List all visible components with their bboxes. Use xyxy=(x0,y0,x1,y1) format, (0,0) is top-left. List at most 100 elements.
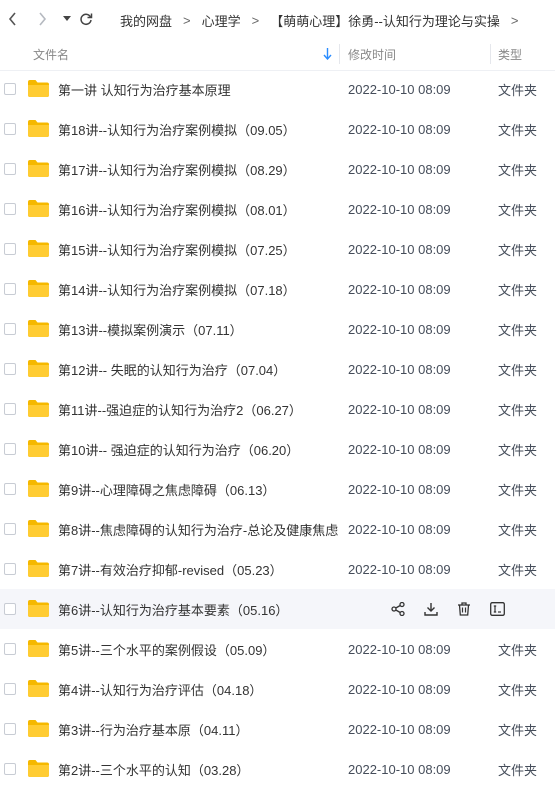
modified-time: 2022-10-10 08:09 xyxy=(348,681,451,697)
folder-icon xyxy=(28,280,49,297)
file-row[interactable]: 第6讲--认知行为治疗基本要素（05.16） xyxy=(0,589,555,629)
file-name[interactable]: 第11讲--强迫症的认知行为治疗2（06.27） xyxy=(58,400,302,419)
modified-time: 2022-10-10 08:09 xyxy=(348,641,451,657)
file-name[interactable]: 第6讲--认知行为治疗基本要素（05.16） xyxy=(58,600,288,619)
file-name[interactable]: 第18讲--认知行为治疗案例模拟（09.05） xyxy=(58,120,296,139)
file-row[interactable]: 第13讲--模拟案例演示（07.11） 2022-10-10 08:09 文件夹 xyxy=(0,309,555,349)
file-name[interactable]: 第17讲--认知行为治疗案例模拟（08.29） xyxy=(58,160,296,179)
file-row[interactable]: 第10讲-- 强迫症的认知行为治疗（06.20） 2022-10-10 08:09… xyxy=(0,429,555,469)
file-name[interactable]: 第8讲--焦虑障碍的认知行为治疗-总论及健康焦虑... xyxy=(58,520,338,539)
breadcrumb: 我的网盘 > 心理学 > 【萌萌心理】徐勇--认知行为理论与实操 > xyxy=(118,11,527,30)
file-name[interactable]: 第13讲--模拟案例演示（07.11） xyxy=(58,320,243,339)
file-type: 文件夹 xyxy=(498,362,538,378)
back-button[interactable] xyxy=(4,9,22,29)
sort-arrow-icon[interactable] xyxy=(323,48,332,60)
file-row[interactable]: 第一讲 认知行为治疗基本原理 2022-10-10 08:09 文件夹 xyxy=(0,69,555,109)
row-checkbox[interactable] xyxy=(4,363,16,375)
header-type[interactable]: 类型 xyxy=(498,46,522,63)
file-name[interactable]: 第12讲-- 失眠的认知行为治疗（07.04） xyxy=(58,360,286,379)
file-row[interactable]: 第14讲--认知行为治疗案例模拟（07.18） 2022-10-10 08:09 文… xyxy=(0,269,555,309)
file-name[interactable]: 第10讲-- 强迫症的认知行为治疗（06.20） xyxy=(58,440,299,459)
file-type: 文件夹 xyxy=(498,562,538,578)
row-checkbox[interactable] xyxy=(4,203,16,215)
row-checkbox[interactable] xyxy=(4,523,16,535)
row-checkbox[interactable] xyxy=(4,83,16,95)
file-row[interactable]: 第15讲--认知行为治疗案例模拟（07.25） 2022-10-10 08:09 文… xyxy=(0,229,555,269)
modified-time: 2022-10-10 08:09 xyxy=(348,521,451,537)
folder-icon xyxy=(28,400,49,417)
chevron-right-icon xyxy=(39,12,47,26)
breadcrumb-item[interactable]: 心理学 xyxy=(202,11,241,30)
row-checkbox[interactable] xyxy=(4,123,16,135)
modified-time: 2022-10-10 08:09 xyxy=(348,481,451,497)
file-name[interactable]: 第16讲--认知行为治疗案例模拟（08.01） xyxy=(58,200,296,219)
row-checkbox[interactable] xyxy=(4,443,16,455)
row-checkbox[interactable] xyxy=(4,643,16,655)
folder-icon xyxy=(28,640,49,657)
column-divider[interactable] xyxy=(490,44,491,64)
folder-icon xyxy=(28,440,49,457)
file-name[interactable]: 第15讲--认知行为治疗案例模拟（07.25） xyxy=(58,240,296,259)
header-time[interactable]: 修改时间 xyxy=(348,46,396,63)
history-dropdown-button[interactable] xyxy=(58,9,76,29)
file-name[interactable]: 第14讲--认知行为治疗案例模拟（07.18） xyxy=(58,280,296,299)
folder-icon xyxy=(28,720,49,737)
folder-icon xyxy=(28,760,49,777)
file-row[interactable]: 第17讲--认知行为治疗案例模拟（08.29） 2022-10-10 08:09 文… xyxy=(0,149,555,189)
refresh-icon xyxy=(80,13,93,26)
modified-time: 2022-10-10 08:09 xyxy=(348,561,451,577)
breadcrumb-item[interactable]: 我的网盘 xyxy=(120,11,172,30)
file-row[interactable]: 第18讲--认知行为治疗案例模拟（09.05） 2022-10-10 08:09 文… xyxy=(0,109,555,149)
file-name[interactable]: 第一讲 认知行为治疗基本原理 xyxy=(58,80,231,99)
row-checkbox[interactable] xyxy=(4,683,16,695)
header-name[interactable]: 文件名 xyxy=(33,46,69,63)
file-row[interactable]: 第3讲--行为治疗基本原（04.11） 2022-10-10 08:09 文件夹 xyxy=(0,709,555,749)
rename-icon[interactable] xyxy=(487,599,507,619)
folder-icon xyxy=(28,680,49,697)
file-row[interactable]: 第12讲-- 失眠的认知行为治疗（07.04） 2022-10-10 08:09 文… xyxy=(0,349,555,389)
row-checkbox[interactable] xyxy=(4,723,16,735)
refresh-button[interactable] xyxy=(77,9,95,29)
row-checkbox[interactable] xyxy=(4,243,16,255)
file-name[interactable]: 第9讲--心理障碍之焦虑障碍（06.13） xyxy=(58,480,275,499)
file-type: 文件夹 xyxy=(498,322,538,338)
download-icon[interactable] xyxy=(421,599,441,619)
file-row[interactable]: 第5讲--三个水平的案例假设（05.09） 2022-10-10 08:09 文件夹 xyxy=(0,629,555,669)
file-row[interactable]: 第11讲--强迫症的认知行为治疗2（06.27） 2022-10-10 08:09… xyxy=(0,389,555,429)
caret-down-icon xyxy=(63,16,71,21)
modified-time: 2022-10-10 08:09 xyxy=(348,121,451,137)
file-row[interactable]: 第7讲--有效治疗抑郁-revised（05.23） 2022-10-10 08:… xyxy=(0,549,555,589)
share-icon[interactable] xyxy=(388,599,408,619)
file-type: 文件夹 xyxy=(498,242,538,258)
row-checkbox[interactable] xyxy=(4,283,16,295)
breadcrumb-item[interactable]: 【萌萌心理】徐勇--认知行为理论与实操 xyxy=(270,11,500,30)
file-type: 文件夹 xyxy=(498,122,538,138)
file-name[interactable]: 第2讲--三个水平的认知（03.28） xyxy=(58,760,249,779)
file-row[interactable]: 第8讲--焦虑障碍的认知行为治疗-总论及健康焦虑... 2022-10-10 08… xyxy=(0,509,555,549)
folder-icon xyxy=(28,240,49,257)
file-type: 文件夹 xyxy=(498,642,538,658)
row-checkbox[interactable] xyxy=(4,763,16,775)
row-checkbox[interactable] xyxy=(4,403,16,415)
file-row[interactable]: 第9讲--心理障碍之焦虑障碍（06.13） 2022-10-10 08:09 文件夹 xyxy=(0,469,555,509)
file-row[interactable]: 第2讲--三个水平的认知（03.28） 2022-10-10 08:09 文件夹 xyxy=(0,749,555,789)
row-checkbox[interactable] xyxy=(4,323,16,335)
row-checkbox[interactable] xyxy=(4,563,16,575)
file-row[interactable]: 第16讲--认知行为治疗案例模拟（08.01） 2022-10-10 08:09 文… xyxy=(0,189,555,229)
folder-icon xyxy=(28,520,49,537)
column-divider[interactable] xyxy=(339,44,340,64)
file-type: 文件夹 xyxy=(498,442,538,458)
row-checkbox[interactable] xyxy=(4,163,16,175)
row-checkbox[interactable] xyxy=(4,603,16,615)
row-checkbox[interactable] xyxy=(4,483,16,495)
file-name[interactable]: 第4讲--认知行为治疗评估（04.18） xyxy=(58,680,262,699)
file-name[interactable]: 第5讲--三个水平的案例假设（05.09） xyxy=(58,640,275,659)
file-name[interactable]: 第7讲--有效治疗抑郁-revised（05.23） xyxy=(58,560,283,579)
forward-button[interactable] xyxy=(33,9,51,29)
folder-icon xyxy=(28,120,49,137)
modified-time: 2022-10-10 08:09 xyxy=(348,361,451,377)
file-name[interactable]: 第3讲--行为治疗基本原（04.11） xyxy=(58,720,248,739)
file-row[interactable]: 第4讲--认知行为治疗评估（04.18） 2022-10-10 08:09 文件夹 xyxy=(0,669,555,709)
delete-icon[interactable] xyxy=(454,599,474,619)
modified-time: 2022-10-10 08:09 xyxy=(348,81,451,97)
